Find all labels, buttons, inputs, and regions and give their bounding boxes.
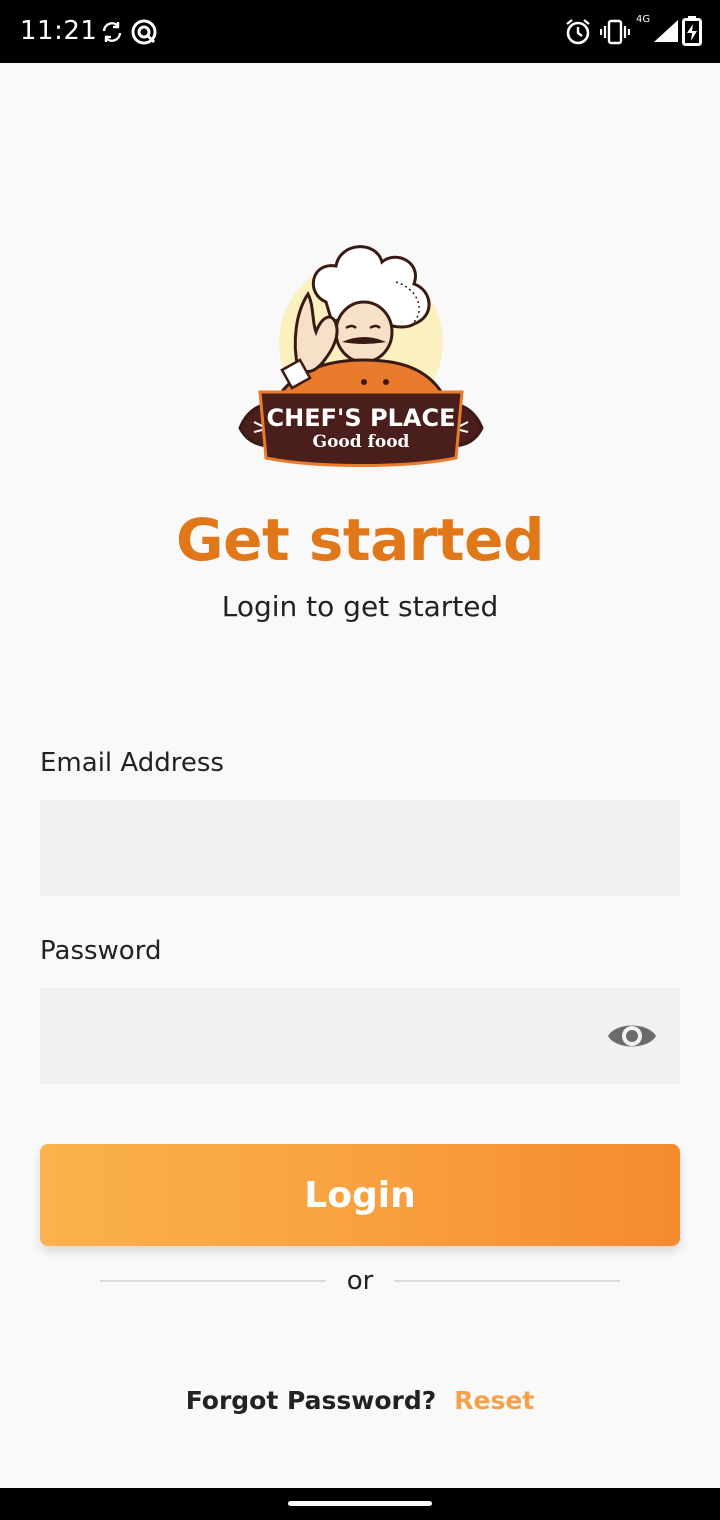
page-title: Get started: [176, 506, 544, 574]
logo-brand-name: CHEF'S PLACE: [267, 404, 456, 432]
vpn-icon: [131, 19, 157, 45]
logo-tagline: Good food: [313, 432, 410, 452]
chefs-place-logo: CHEF'S PLACE Good food: [238, 245, 484, 467]
email-field[interactable]: [40, 800, 680, 896]
eye-icon[interactable]: [606, 1016, 658, 1056]
password-label: Password: [40, 936, 162, 966]
sync-icon: [102, 22, 122, 42]
page-subtitle: Login to get started: [221, 590, 499, 623]
home-indicator[interactable]: [288, 1501, 432, 1506]
network-type-label: 4G: [636, 14, 651, 25]
navigation-bar: [0, 1488, 720, 1520]
divider-or-text: or: [346, 1266, 374, 1296]
alarm-icon: [566, 19, 590, 45]
vibrate-icon: [600, 19, 630, 45]
battery-charging-icon: [682, 16, 702, 46]
reset-link[interactable]: Reset: [454, 1386, 534, 1415]
forgot-password-text: Forgot Password?: [185, 1386, 437, 1415]
status-time: 11:21: [20, 16, 98, 46]
email-label: Email Address: [40, 748, 224, 778]
divider-line-left: [100, 1280, 326, 1282]
divider-line-right: [394, 1280, 620, 1282]
login-button[interactable]: Login: [40, 1144, 680, 1246]
password-field[interactable]: [40, 988, 680, 1084]
status-bar: 11:21 4G: [0, 0, 720, 63]
signal-icon: [654, 20, 678, 42]
forgot-password-row: Forgot Password? Reset: [0, 1386, 720, 1415]
